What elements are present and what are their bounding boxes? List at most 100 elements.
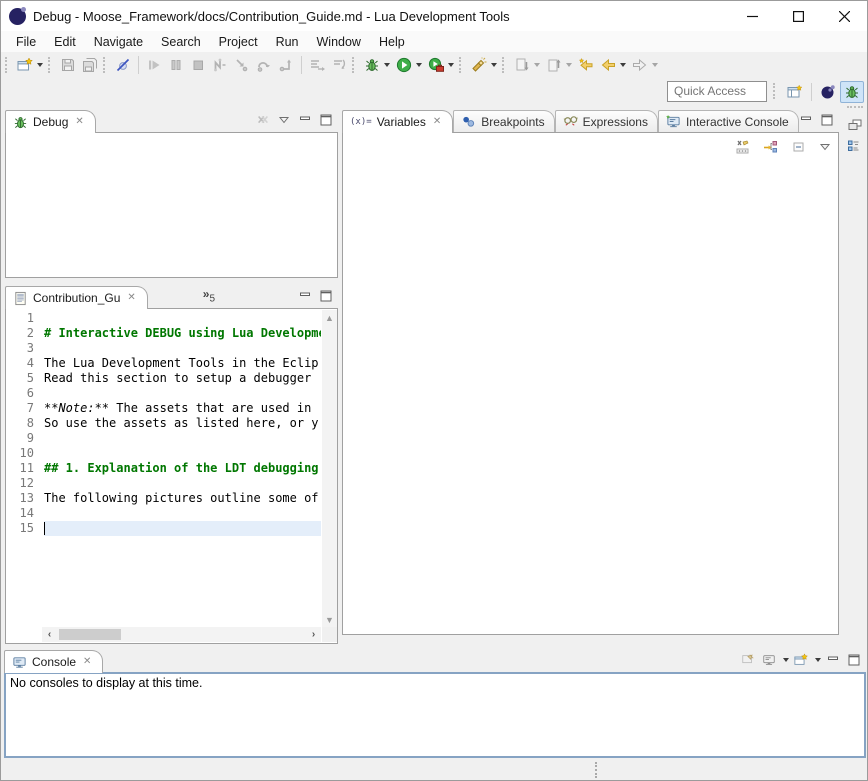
menu-file[interactable]: File [7,33,45,51]
open-console-button[interactable] [792,651,810,669]
editor-line[interactable] [44,386,321,401]
lua-perspective-button[interactable] [816,81,840,103]
back-button[interactable] [597,54,629,76]
scroll-up-arrow[interactable]: ▲ [322,310,337,325]
more-editors-chevron[interactable]: »5 [203,287,215,304]
quick-access-input[interactable]: Quick Access [667,81,767,102]
debug-dropdown[interactable] [384,63,390,67]
editor-line[interactable] [44,521,321,536]
debug-view-minimize-button[interactable] [296,111,314,129]
editor-vertical-scrollbar[interactable]: ▲ ▼ [322,310,337,627]
scrollbar-thumb[interactable] [59,629,121,640]
menu-search[interactable]: Search [152,33,210,51]
drop-to-frame-button[interactable] [328,54,350,76]
minimize-window-button[interactable] [729,1,775,31]
pin-console-button[interactable] [739,651,757,669]
variables-maximize-button[interactable] [818,111,836,129]
step-over-button[interactable] [253,54,275,76]
scroll-left-arrow[interactable]: ‹ [42,627,57,642]
editor-line[interactable] [44,311,321,326]
toolbar-grip[interactable] [773,83,777,99]
editor-line[interactable] [44,506,321,521]
menu-navigate[interactable]: Navigate [85,33,152,51]
editor-minimize-button[interactable] [296,287,314,305]
step-return-button[interactable] [275,54,297,76]
save-button[interactable] [57,54,79,76]
editor-horizontal-scrollbar[interactable]: ‹ › [42,627,321,642]
menu-window[interactable]: Window [308,33,370,51]
console-minimize-button[interactable] [824,651,842,669]
show-type-names-button[interactable] [732,137,754,157]
editor-code[interactable]: # Interactive DEBUG using Lua Developme T… [44,311,321,627]
editor-maximize-button[interactable] [317,287,335,305]
console-content[interactable]: No consoles to display at this time. [4,672,866,758]
close-window-button[interactable] [821,1,867,31]
tab-console[interactable]: Console ✕ [4,650,103,673]
menu-project[interactable]: Project [210,33,267,51]
debug-view-maximize-button[interactable] [317,111,335,129]
menu-help[interactable]: Help [370,33,414,51]
search-dropdown[interactable] [491,63,497,67]
display-console-dropdown[interactable] [783,658,789,662]
forward-dropdown[interactable] [652,63,658,67]
outline-view-button[interactable] [845,137,865,157]
terminate-button[interactable] [187,54,209,76]
display-selected-console-button[interactable] [760,651,778,669]
new-wizard-button[interactable] [14,54,46,76]
scroll-down-arrow[interactable]: ▼ [322,612,337,627]
tab-interactive-console[interactable]: Interactive Console [658,110,799,132]
run-button[interactable] [393,54,425,76]
editor-line[interactable]: Read this section to setup a debugger [44,371,321,386]
close-icon[interactable]: ✕ [431,116,443,128]
save-all-button[interactable] [79,54,101,76]
close-icon[interactable]: ✕ [81,656,93,668]
use-step-filters-button[interactable] [306,54,328,76]
show-logical-structure-button[interactable] [760,137,782,157]
tab-expressions[interactable]: Expressions [555,110,658,132]
close-icon[interactable]: ✕ [73,116,85,128]
toolbar-grip[interactable] [5,57,11,73]
new-wizard-dropdown[interactable] [37,63,43,67]
toolbar-grip[interactable] [502,57,508,73]
last-edit-location-button[interactable] [575,54,597,76]
editor-line[interactable] [44,446,321,461]
search-button[interactable] [468,54,500,76]
tab-contribution-guide[interactable]: Contribution_Gu ✕ [5,286,148,309]
tab-breakpoints[interactable]: Breakpoints [453,110,554,132]
next-annotation-button[interactable] [511,54,543,76]
debug-view-content[interactable] [5,132,338,278]
editor-line[interactable]: ## 1. Explanation of the LDT debugging [44,461,321,476]
editor-line[interactable]: The Lua Development Tools in the Eclip [44,356,321,371]
external-tools-button[interactable] [425,54,457,76]
menu-edit[interactable]: Edit [45,33,85,51]
tab-debug[interactable]: Debug ✕ [5,110,96,133]
previous-annotation-dropdown[interactable] [566,63,572,67]
maximize-window-button[interactable] [775,1,821,31]
previous-annotation-button[interactable] [543,54,575,76]
fast-view-grip[interactable] [847,106,863,109]
open-console-dropdown[interactable] [815,658,821,662]
tab-variables[interactable]: (x)= Variables ✕ [342,110,453,133]
debug-perspective-button[interactable] [840,81,864,103]
suspend-button[interactable] [165,54,187,76]
editor-line[interactable]: **Note:** The assets that are used in [44,401,321,416]
next-annotation-dropdown[interactable] [534,63,540,67]
toolbar-grip[interactable] [459,57,465,73]
editor-line[interactable]: # Interactive DEBUG using Lua Developme [44,326,321,341]
editor-line[interactable] [44,431,321,446]
variables-content[interactable] [342,132,839,635]
scroll-right-arrow[interactable]: › [306,627,321,642]
debug-view-menu-button[interactable] [275,111,293,129]
external-tools-dropdown[interactable] [448,63,454,67]
variables-minimize-button[interactable] [797,111,815,129]
debug-button[interactable] [361,54,393,76]
editor-line[interactable]: So use the assets as listed here, or y [44,416,321,431]
toolbar-grip[interactable] [48,57,54,73]
resume-button[interactable] [143,54,165,76]
back-dropdown[interactable] [620,63,626,67]
console-maximize-button[interactable] [845,651,863,669]
status-bar-grip[interactable] [595,762,598,778]
toolbar-grip[interactable] [103,57,109,73]
toolbar-grip[interactable] [352,57,358,73]
restore-view-button[interactable] [845,115,865,135]
